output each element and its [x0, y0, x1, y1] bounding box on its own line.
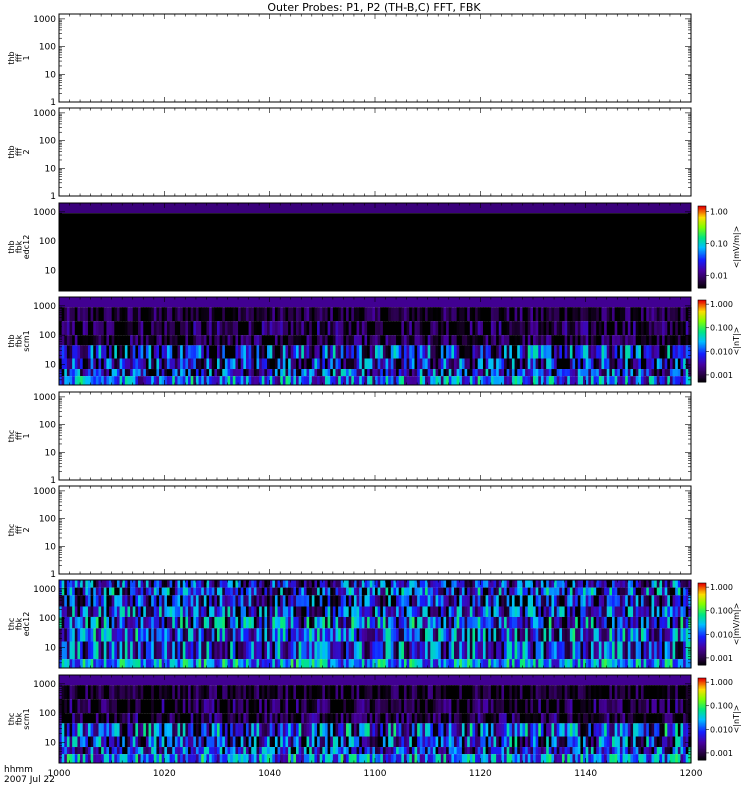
y-tick-label: 1000 — [33, 15, 56, 25]
panel-frame — [58, 13, 692, 103]
panel-label: 2 — [22, 527, 31, 532]
colorbar-tick-label: 0.100 — [710, 324, 733, 333]
y-tick-label: 1 — [50, 192, 56, 202]
colorbar-tick-label: 1.00 — [710, 208, 728, 217]
panel-label: 2 — [22, 149, 31, 154]
panel-frame — [58, 485, 692, 575]
y-tick-label: 100 — [39, 421, 56, 431]
panel-thb-fbk-edc12: 100010010thbfbkedc121.000.100.01<|mV/m|> — [7, 202, 741, 292]
panel-label: edc12 — [22, 235, 31, 260]
colorbar-tick-label: 0.10 — [710, 239, 728, 248]
spectrogram-band — [59, 213, 691, 291]
y-tick-label: 100 — [39, 331, 56, 341]
y-tick-label: 100 — [39, 515, 56, 525]
panel-thc-fbk-edc12: 100010010thcfbkedc121.0000.1000.0100.001… — [7, 579, 741, 669]
panel-thb-fff-2: 1000100101thbfff2 — [7, 107, 692, 202]
panel-label: 1 — [22, 55, 31, 60]
colorbar-unit-label: <|mV/m|> — [732, 226, 741, 269]
y-tick-label: 1 — [50, 476, 56, 486]
y-tick-label: 1000 — [33, 393, 56, 403]
panel-frame — [58, 107, 692, 197]
y-tick-label: 1000 — [33, 487, 56, 497]
panel-thb-fff-1: 1000100101thbfff1 — [7, 13, 692, 108]
y-tick-label: 100 — [39, 137, 56, 147]
panel-label: scm1 — [22, 330, 31, 351]
figure-title: Outer Probes: P1, P2 (TH-B,C) FFT, FBK — [267, 1, 481, 14]
panel-thc-fff-1: 1000100101thcfff1 — [7, 391, 692, 486]
colorbar-tick-label: 1.000 — [710, 300, 733, 309]
y-tick-label: 1000 — [33, 302, 56, 312]
y-tick-label: 10 — [45, 360, 57, 370]
y-tick-label: 1 — [50, 98, 56, 108]
panel-frame — [58, 391, 692, 481]
y-tick-label: 1000 — [33, 208, 56, 218]
colorbar-tick-label: 0.001 — [710, 371, 733, 380]
y-tick-label: 10 — [45, 542, 57, 552]
colorbar-tick-label: 0.010 — [710, 347, 733, 356]
y-tick-label: 1 — [50, 570, 56, 580]
panel-label: 1 — [22, 433, 31, 438]
y-tick-label: 100 — [39, 237, 56, 247]
panels-group: 1000100101thbfff11000100101thbfff2100010… — [7, 13, 741, 764]
panel-thc-fff-2: 1000100101thcfff2 — [7, 485, 692, 580]
y-tick-label: 10 — [45, 70, 57, 80]
y-tick-label: 10 — [45, 164, 57, 174]
spectrogram-figure: Outer Probes: P1, P2 (TH-B,C) FFT, FBK 1… — [4, 1, 741, 785]
colorbar-unit-label: <|nT|> — [732, 327, 741, 356]
y-tick-label: 100 — [39, 43, 56, 53]
y-tick-label: 10 — [45, 448, 57, 458]
panel-thb-fbk-scm1: 100010010thbfbkscm11.0000.1000.0100.001<… — [7, 296, 741, 386]
colorbar-tick-label: 0.01 — [710, 271, 728, 280]
y-tick-label: 1000 — [33, 109, 56, 119]
y-tick-label: 10 — [45, 266, 57, 276]
